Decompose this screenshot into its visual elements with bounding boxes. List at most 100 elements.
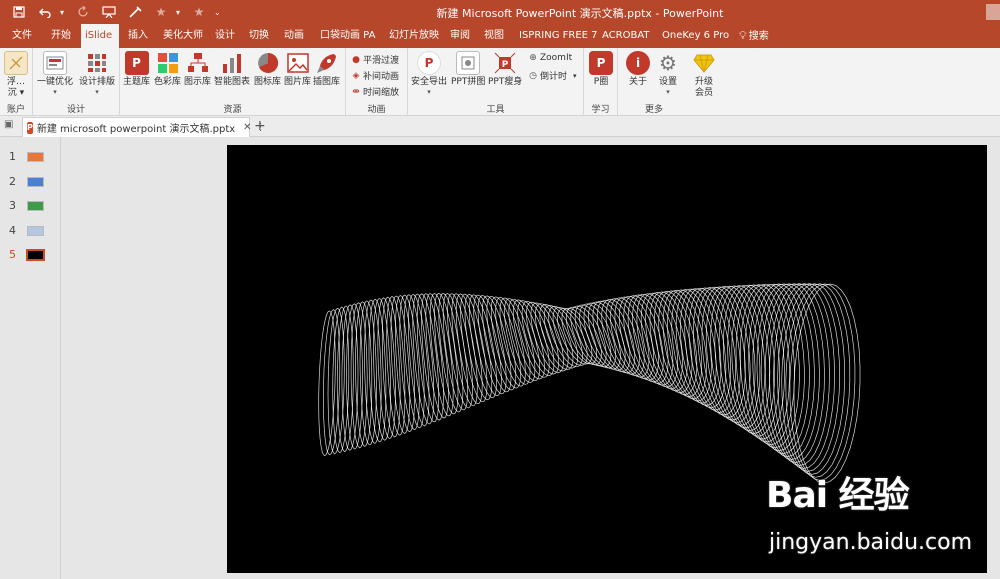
layout-label: 设计排版 [79,77,116,87]
image-library-button[interactable]: 图片库 [284,51,311,88]
tab-file[interactable]: 文件 [8,24,36,48]
lightbulb-icon: 💡︎ [739,29,747,42]
slide-thumbnail-image [27,152,44,162]
p-circle-button[interactable]: P P圈 [589,51,613,88]
ribbon-body: 浮… 沉 ▾ 账户 一键优化 ▾ 设计排版 ▾ 设计 P 主题库 色彩库 图示库… [0,48,1000,116]
document-title: 新建 Microsoft PowerPoint 演示文稿.pptx - Powe… [436,7,724,20]
tab-islide[interactable]: iSlide [81,24,119,48]
tab-animations[interactable]: 动画 [280,24,308,48]
ppt-slim-icon: P [493,51,517,75]
powerpoint-file-icon: P [27,121,33,134]
ribbon-ring [395,295,415,433]
upgrade-member-button[interactable]: 升级 会员 [692,51,716,99]
ppt-puzzle-button[interactable]: PPT拼图 [451,51,485,88]
bar-chart-icon [220,51,244,75]
tween-animation-label: 补间动画 [363,72,400,82]
tab-search[interactable]: 💡︎ 搜索 [735,24,773,48]
slide-number: 3 [9,199,16,212]
group-resources: P 主题库 色彩库 图示库 智能图表 图标库 图片库 插图库 资源 [120,48,346,116]
slide-thumbnail[interactable]: 1 [0,147,60,167]
zoom-icon: ⊕ [529,53,537,63]
tab-ispring[interactable]: ISPRING FREE 7 [515,24,602,48]
ppt-slim-button[interactable]: P PPT瘦身 [488,51,522,88]
chevron-down-icon: ▾ [666,88,670,96]
optimize-label: 一键优化 [37,77,74,87]
about-button[interactable]: i 关于 [626,51,650,88]
smooth-transition-button[interactable]: ● 平滑过渡 [351,53,399,67]
ppt-slim-label: PPT瘦身 [488,77,523,87]
slide-thumbnail[interactable]: 4 [0,221,60,241]
group-label-more: 更多 [644,105,663,115]
smart-chart-button[interactable]: 智能图表 [214,51,250,88]
slide-thumbnail-image [27,177,44,187]
tween-animation-icon: ◈ [352,70,360,81]
settings-button[interactable]: ⚙ 设置 ▾ [656,51,680,96]
group-label-design: 设计 [66,105,85,115]
time-scale-icon: ⇼ [352,86,360,97]
slide-thumbnail[interactable]: 3 [0,196,60,216]
ribbon-ring [781,283,846,475]
theme-library-icon: P [124,51,149,75]
safe-export-button[interactable]: P 安全导出 ▾ [411,51,447,96]
illustration-library-label: 插图库 [313,77,341,87]
design-layout-button[interactable]: 设计排版 ▾ [79,51,115,96]
gear-icon: ⚙ [659,51,677,75]
countdown-label: 倒计时 [540,72,568,82]
theme-library-button[interactable]: P 主题库 [123,51,150,88]
diagram-library-icon [186,51,210,75]
svg-text:P: P [502,60,509,70]
slide-thumbnail[interactable]: 2 [0,172,60,192]
new-tab-button[interactable]: + [254,118,266,134]
group-tools: P 安全导出 ▾ PPT拼图 P PPT瘦身 ⊕ ZoomIt ◷ 倒计时 ▾ 工具 [408,48,584,116]
sign-in-button[interactable] [986,4,1000,20]
tab-acrobat[interactable]: ACROBAT [598,24,654,48]
ribbon-tab-row: 文件 开始 iSlide 插入 美化大师 设计 切换 动画 口袋动画 PA 幻灯… [0,24,1000,48]
ppt-puzzle-label: PPT拼图 [451,77,486,87]
slide-number: 2 [9,175,16,188]
tab-view[interactable]: 视图 [480,24,508,48]
group-design: 一键优化 ▾ 设计排版 ▾ 设计 [33,48,120,116]
p-circle-label: P圈 [593,77,609,87]
tab-meihua[interactable]: 美化大师 [159,24,207,48]
ribbon-ring [390,295,411,434]
tab-review[interactable]: 审阅 [446,24,474,48]
clock-icon: ◷ [529,70,537,81]
slide-thumbnail-image [26,249,45,261]
document-tab-bar: ▣ P 新建 microsoft powerpoint 演示文稿.pptx ✕ … [0,116,1000,137]
tab-pocket-animation[interactable]: 口袋动画 PA [316,24,379,48]
title-bar: ▾ ★ ▾ ★ ⌄ 新建 Microsoft PowerPoint 演示文稿.p… [0,0,1000,24]
color-library-icon [156,51,180,75]
group-label-resources: 资源 [223,105,242,115]
slide-thumbnail-image [27,226,44,236]
countdown-button[interactable]: ◷ 倒计时 ▾ [528,69,576,83]
tab-onekey[interactable]: OneKey 6 Pro [658,24,733,48]
time-scale-button[interactable]: ⇼ 时间缩放 [351,85,399,99]
icon-library-label: 图标库 [254,77,282,87]
slide-thumbnail-active[interactable]: 5 [0,245,60,265]
image-icon [286,51,310,75]
tab-slideshow[interactable]: 幻灯片放映 [385,24,443,48]
pie-icon [256,51,280,75]
tab-design[interactable]: 设计 [211,24,239,48]
close-icon[interactable]: ✕ [243,122,251,133]
document-tab[interactable]: P 新建 microsoft powerpoint 演示文稿.pptx ✕ ⋮ [22,117,266,137]
one-click-optimize-button[interactable]: 一键优化 ▾ [37,51,73,96]
group-account: 浮… 沉 ▾ 账户 [0,48,33,116]
color-library-button[interactable]: 色彩库 [154,51,181,88]
icon-library-button[interactable]: 图标库 [254,51,281,88]
illustration-library-button[interactable]: 插图库 [313,51,340,88]
tab-insert[interactable]: 插入 [124,24,152,48]
p-circle-icon: P [589,51,613,75]
tab-transitions[interactable]: 切换 [245,24,273,48]
chevron-down-icon: ▾ [95,88,99,96]
float-button[interactable]: 浮… 沉 ▾ [4,51,28,99]
watermark-url: jingyan.baidu.com [769,530,973,555]
baidu-watermark: Bai 经验 jingyan.baidu.com [766,466,972,566]
document-nav-icon[interactable]: ▣ [4,119,13,130]
tween-animation-button[interactable]: ◈ 补间动画 [351,69,400,83]
tab-home[interactable]: 开始 [47,24,75,48]
image-library-label: 图片库 [284,77,312,87]
diagram-library-button[interactable]: 图示库 [184,51,211,88]
chevron-down-icon: ▾ [53,88,57,96]
zoomit-button[interactable]: ⊕ ZoomIt [528,53,572,63]
